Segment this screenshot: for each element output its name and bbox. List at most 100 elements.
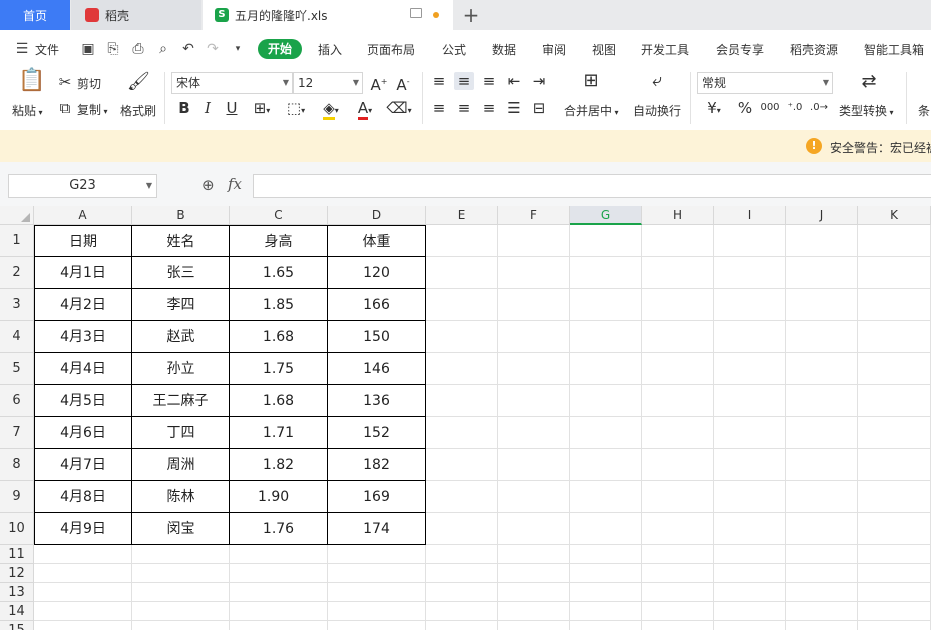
cell-G9[interactable] [570,481,642,513]
menu-smart-toolbox[interactable]: 智能工具箱 [864,41,924,58]
cell-C9[interactable]: 1.90 [230,481,328,513]
cell-B2[interactable]: 张三 [132,257,230,289]
cell-A12[interactable] [34,564,132,583]
format-painter-icon[interactable]: 🖌 [127,73,150,91]
row-header-15[interactable]: 15 [0,621,34,630]
cell-J12[interactable] [786,564,858,583]
fx-icon[interactable]: fx [228,175,242,193]
cell-H1[interactable] [642,225,714,257]
cell-I10[interactable] [714,513,786,545]
cell-K4[interactable] [858,321,931,353]
menu-insert[interactable]: 插入 [318,41,342,58]
distributed-icon[interactable]: ⊟ [530,99,548,117]
cell-G11[interactable] [570,545,642,564]
cell-C7[interactable]: 1.71 [230,417,328,449]
save-icon[interactable]: ▣ [80,41,96,57]
cell-I3[interactable] [714,289,786,321]
cell-D12[interactable] [328,564,426,583]
cell-D11[interactable] [328,545,426,564]
menu-data[interactable]: 数据 [492,41,516,58]
cell-E1[interactable] [426,225,498,257]
cell-B1[interactable]: 姓名 [132,225,230,257]
format-painter-button[interactable]: 格式刷 [120,102,156,119]
cell-B15[interactable] [132,621,230,630]
cell-F9[interactable] [498,481,570,513]
cell-J2[interactable] [786,257,858,289]
align-right-icon[interactable]: ≡ [480,99,498,117]
copy-icon[interactable]: ⧉ [56,99,74,117]
cell-F4[interactable] [498,321,570,353]
cell-A2[interactable]: 4月1日 [34,257,132,289]
cell-A8[interactable]: 4月7日 [34,449,132,481]
cell-J8[interactable] [786,449,858,481]
cell-G15[interactable] [570,621,642,630]
cell-D2[interactable]: 120 [328,257,426,289]
cell-H2[interactable] [642,257,714,289]
column-header-A[interactable]: A [34,206,132,225]
fill-color-icon[interactable]: ◈▾ [317,99,345,120]
cell-A1[interactable]: 日期 [34,225,132,257]
cell-C6[interactable]: 1.68 [230,385,328,417]
cell-H9[interactable] [642,481,714,513]
print-preview-icon[interactable]: ⌕ [155,41,171,57]
paste-button[interactable]: 粘贴 ▾ [12,102,43,119]
type-convert-icon[interactable]: ⇄ [858,73,880,91]
export-pdf-icon[interactable]: ⎘ [105,41,121,57]
quick-access-dropdown-icon[interactable]: ▾ [230,41,246,57]
cell-J11[interactable] [786,545,858,564]
cell-G4[interactable] [570,321,642,353]
cell-G6[interactable] [570,385,642,417]
align-bottom-icon[interactable]: ≡ [480,72,498,90]
spreadsheet-grid[interactable]: ABCDEFGHIJK 123456789101112131415 日期姓名身高… [0,206,931,630]
row-header-9[interactable]: 9 [0,481,34,513]
align-middle-icon[interactable]: ≡ [454,72,474,90]
cell-G10[interactable] [570,513,642,545]
cell-I2[interactable] [714,257,786,289]
cell-B10[interactable]: 闵宝 [132,513,230,545]
cell-B9[interactable]: 陈林 [132,481,230,513]
cell-B7[interactable]: 丁四 [132,417,230,449]
row-header-8[interactable]: 8 [0,449,34,481]
cell-H11[interactable] [642,545,714,564]
cell-A11[interactable] [34,545,132,564]
cell-F3[interactable] [498,289,570,321]
increase-indent-icon[interactable]: ⇥ [530,72,548,90]
row-header-10[interactable]: 10 [0,513,34,545]
redo-icon[interactable]: ↷ [205,41,221,57]
decrease-decimal-icon[interactable]: .0→ [810,99,828,117]
row-header-13[interactable]: 13 [0,583,34,602]
column-header-H[interactable]: H [642,206,714,225]
cell-B11[interactable] [132,545,230,564]
cell-I4[interactable] [714,321,786,353]
column-header-F[interactable]: F [498,206,570,225]
cell-K12[interactable] [858,564,931,583]
decrease-font-icon[interactable]: A- [394,73,412,94]
cell-J3[interactable] [786,289,858,321]
cell-E13[interactable] [426,583,498,602]
cell-K10[interactable] [858,513,931,545]
cell-A14[interactable] [34,602,132,621]
cell-A9[interactable]: 4月8日 [34,481,132,513]
cell-K9[interactable] [858,481,931,513]
tab-home[interactable]: 首页 [0,0,70,30]
cell-F7[interactable] [498,417,570,449]
cell-I8[interactable] [714,449,786,481]
cell-E7[interactable] [426,417,498,449]
cell-C5[interactable]: 1.75 [230,353,328,385]
cell-D15[interactable] [328,621,426,630]
select-all-corner[interactable] [0,206,34,225]
increase-decimal-icon[interactable]: ⁺.0 [786,99,804,117]
cell-G7[interactable] [570,417,642,449]
cell-D13[interactable] [328,583,426,602]
cell-K6[interactable] [858,385,931,417]
cell-G8[interactable] [570,449,642,481]
row-header-6[interactable]: 6 [0,385,34,417]
cell-C11[interactable] [230,545,328,564]
cell-J9[interactable] [786,481,858,513]
justify-icon[interactable]: ☰ [505,99,523,117]
cell-K8[interactable] [858,449,931,481]
cell-B8[interactable]: 周洲 [132,449,230,481]
menu-developer[interactable]: 开发工具 [641,41,689,58]
cell-B3[interactable]: 李四 [132,289,230,321]
decrease-indent-icon[interactable]: ⇤ [505,72,523,90]
